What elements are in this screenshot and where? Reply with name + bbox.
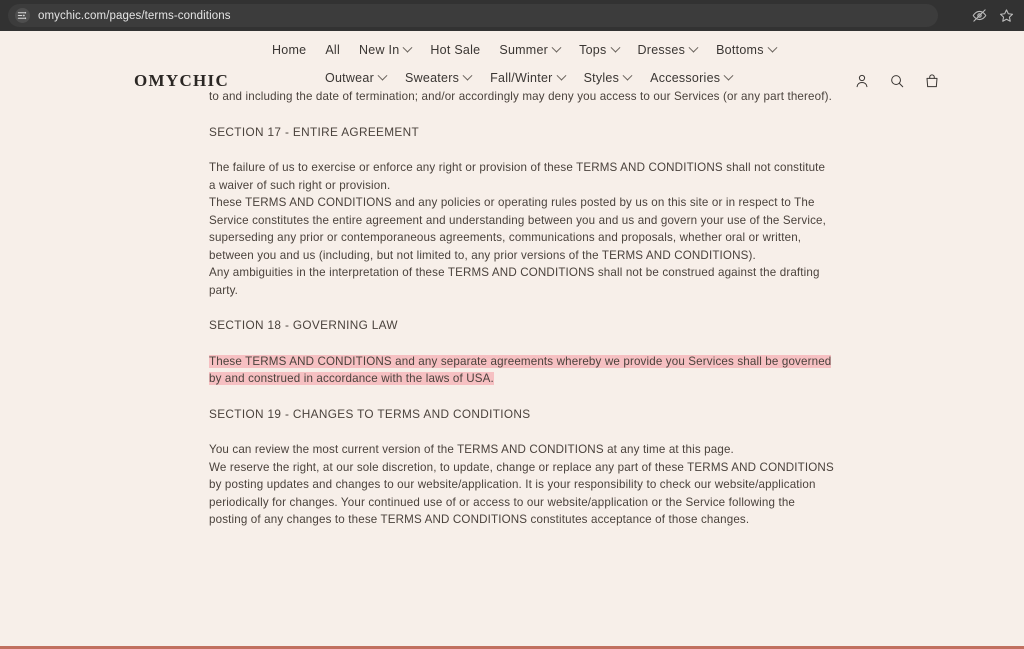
- chevron-down-icon: [767, 42, 778, 53]
- nav-label: Summer: [499, 42, 549, 57]
- nav-label: New In: [359, 42, 400, 57]
- section-19-heading: SECTION 19 - CHANGES TO TERMS AND CONDIT…: [209, 406, 531, 421]
- nav-item-new-in[interactable]: New In: [359, 42, 413, 57]
- chevron-down-icon: [462, 70, 473, 81]
- nav-item-tops[interactable]: Tops: [579, 42, 620, 57]
- chevron-down-icon: [402, 42, 413, 53]
- section-17-paragraph-1: The failure of us to exercise or enforce…: [209, 161, 826, 192]
- selected-text-highlight: These TERMS AND CONDITIONS and any separ…: [209, 354, 832, 385]
- search-icon[interactable]: [889, 73, 905, 89]
- nav-item-styles[interactable]: Styles: [583, 70, 633, 85]
- section-18-heading: SECTION 18 - GOVERNING LAW: [209, 318, 398, 332]
- nav-item-home[interactable]: Home: [272, 44, 306, 57]
- header-icon-group: [854, 73, 940, 89]
- nav-row-primary: Home All New In Hot Sale Summer Tops Dre…: [272, 36, 792, 64]
- browser-toolbar: omychic.com/pages/terms-conditions: [0, 0, 1024, 31]
- chevron-down-icon: [723, 70, 734, 81]
- nav-label: Accessories: [650, 70, 721, 85]
- star-icon[interactable]: [999, 8, 1014, 23]
- nav-label: Tops: [579, 42, 607, 57]
- chevron-down-icon: [377, 70, 388, 81]
- nav-item-all[interactable]: All: [325, 44, 340, 57]
- nav-label: Outwear: [325, 70, 374, 85]
- section-19-paragraph-2: We reserve the right, at our sole discre…: [209, 460, 834, 527]
- chevron-down-icon: [610, 42, 620, 53]
- nav-item-outwear[interactable]: Outwear: [325, 70, 388, 85]
- url-text: omychic.com/pages/terms-conditions: [38, 9, 231, 22]
- nav-item-hot-sale[interactable]: Hot Sale: [430, 44, 480, 57]
- chevron-down-icon: [688, 42, 699, 53]
- page-body: to and including the date of termination…: [0, 88, 1024, 646]
- nav-item-bottoms[interactable]: Bottoms: [716, 42, 778, 57]
- nav-label: Home: [272, 42, 307, 57]
- nav-label: All: [325, 42, 340, 57]
- section-18-paragraph-1: These TERMS AND CONDITIONS and any separ…: [209, 353, 834, 388]
- chevron-down-icon: [556, 70, 567, 81]
- page-settings-icon[interactable]: [15, 8, 30, 23]
- terms-content: to and including the date of termination…: [209, 88, 834, 529]
- site-header: OMYCHIC Home All New In Hot Sale Summer …: [0, 31, 1024, 90]
- section-19-paragraph-1: You can review the most current version …: [209, 443, 734, 456]
- section-17-paragraph-2: These TERMS AND CONDITIONS and any polic…: [209, 196, 826, 262]
- nav-label: Sweaters: [405, 70, 460, 85]
- nav-label: Hot Sale: [430, 42, 481, 57]
- browser-actions: [972, 0, 1014, 31]
- nav-label: Bottoms: [716, 42, 764, 57]
- eye-off-icon[interactable]: [972, 8, 987, 23]
- section-17-heading: SECTION 17 - ENTIRE AGREEMENT: [209, 124, 420, 139]
- shopping-bag-icon[interactable]: [924, 73, 940, 89]
- nav-label: Fall/Winter: [490, 70, 553, 85]
- nav-label: Styles: [583, 70, 620, 85]
- main-navigation: Home All New In Hot Sale Summer Tops Dre…: [272, 36, 792, 92]
- nav-item-summer[interactable]: Summer: [499, 42, 562, 57]
- section-17-paragraph-3: Any ambiguities in the interpretation of…: [209, 266, 820, 297]
- nav-item-fall-winter[interactable]: Fall/Winter: [490, 70, 567, 85]
- intro-tail-paragraph: to and including the date of termination…: [209, 90, 832, 103]
- nav-item-dresses[interactable]: Dresses: [637, 42, 699, 57]
- nav-item-accessories[interactable]: Accessories: [650, 70, 734, 85]
- chevron-down-icon: [551, 42, 562, 53]
- address-bar[interactable]: omychic.com/pages/terms-conditions: [8, 4, 938, 27]
- nav-item-sweaters[interactable]: Sweaters: [405, 70, 473, 85]
- nav-label: Dresses: [637, 42, 686, 57]
- user-icon[interactable]: [854, 73, 870, 89]
- chevron-down-icon: [622, 70, 633, 81]
